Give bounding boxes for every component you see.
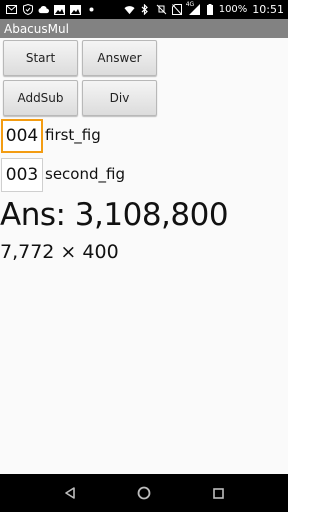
navigation-bar <box>0 474 288 512</box>
app-title-bar: AbacusMul <box>0 19 288 38</box>
dot-icon <box>86 4 97 15</box>
wifi-icon <box>124 4 135 15</box>
app-screen: 4G 100% 10:51 AbacusMul Start Answer Add… <box>0 0 288 512</box>
first-fig-label: first_fig <box>45 126 101 144</box>
battery-icon <box>207 4 214 15</box>
battery-percent: 100% <box>218 4 248 15</box>
bluetooth-icon <box>140 4 151 15</box>
image-icon <box>54 4 65 15</box>
image-icon <box>70 4 81 15</box>
answer-text: Ans: 3,108,800 <box>0 197 229 233</box>
addsub-button[interactable]: AddSub <box>3 80 78 116</box>
home-icon[interactable] <box>135 484 153 502</box>
network-badge: 4G <box>185 1 195 8</box>
expression-text: 7,772 × 400 <box>0 241 119 263</box>
start-button[interactable]: Start <box>3 40 78 76</box>
shield-icon <box>22 4 33 15</box>
first-fig-input[interactable]: 004 <box>1 119 43 153</box>
second-fig-label: second_fig <box>45 165 125 183</box>
recents-icon[interactable] <box>209 484 227 502</box>
ring-off-icon <box>156 4 167 15</box>
status-bar: 4G 100% 10:51 <box>0 0 288 19</box>
answer-button[interactable]: Answer <box>82 40 157 76</box>
no-sim-icon <box>172 4 183 15</box>
app-title: AbacusMul <box>4 21 69 36</box>
notification-icons <box>6 4 97 15</box>
back-icon[interactable] <box>61 484 79 502</box>
mail-icon <box>6 4 17 15</box>
div-button[interactable]: Div <box>82 80 157 116</box>
signal-icon: 4G <box>185 1 202 15</box>
cloud-icon <box>38 4 49 15</box>
system-icons: 4G 100% 10:51 <box>124 1 284 16</box>
clock: 10:51 <box>252 3 284 16</box>
second-fig-input[interactable]: 003 <box>1 158 43 192</box>
